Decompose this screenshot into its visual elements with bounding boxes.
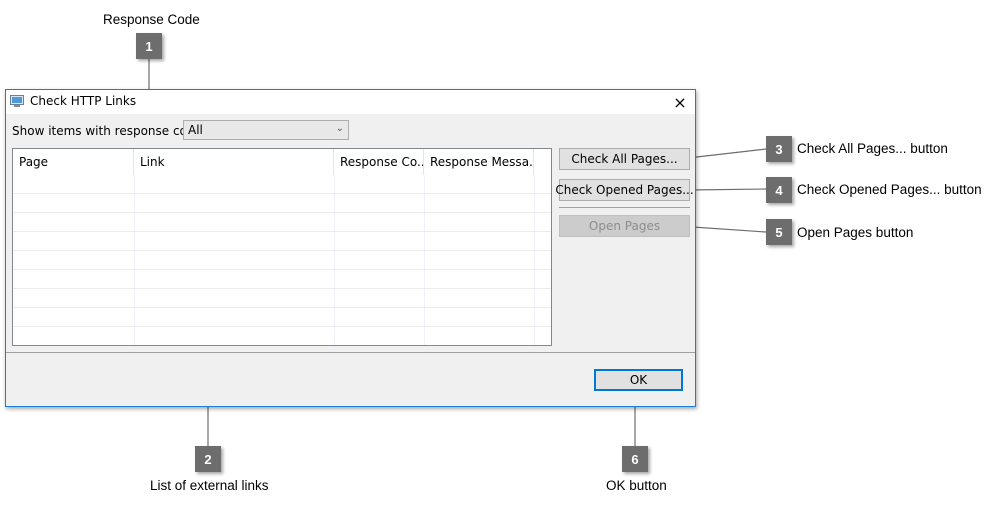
annotation-label-open-pages: Open Pages button [797,225,914,240]
annotation-label-check-opened: Check Opened Pages... button [797,182,982,197]
check-http-links-dialog: Check HTTP Links × Show items with respo… [5,89,696,407]
title-bar: Check HTTP Links × [6,90,695,114]
annotation-label-response-code: Response Code [103,12,200,27]
external-links-list[interactable]: Page Link Response Co... Response Messa.… [12,148,552,346]
annotation-badge-4: 4 [766,177,792,203]
table-row [13,251,551,270]
annotation-badge-5: 5 [766,219,792,245]
app-window-icon [10,95,24,107]
annotation-badge-3: 3 [766,136,792,162]
table-row [13,194,551,213]
close-icon[interactable]: × [665,90,695,114]
annotation-label-ok: OK button [606,478,667,493]
table-row [13,175,551,194]
check-opened-pages-button[interactable]: Check Opened Pages... [555,179,694,201]
list-header: Page Link Response Co... Response Messa.… [13,149,551,175]
open-pages-button[interactable]: Open Pages [559,215,690,237]
table-row [13,270,551,289]
table-row [13,289,551,308]
table-row [13,327,551,345]
table-row [13,213,551,232]
response-code-filter-label: Show items with response code [12,124,202,138]
response-code-dropdown[interactable]: All ⌄ [183,120,349,140]
annotation-badge-1: 1 [136,33,162,59]
column-header-response-code[interactable]: Response Co... [334,149,424,175]
chevron-down-icon: ⌄ [335,123,344,134]
dialog-title: Check HTTP Links [30,94,137,108]
annotation-badge-2: 2 [195,446,221,472]
check-all-pages-button[interactable]: Check All Pages... [559,148,690,170]
response-code-selected-value: All [188,123,203,137]
table-row [13,308,551,327]
column-header-link[interactable]: Link [134,149,334,175]
button-separator [559,207,690,208]
annotation-label-check-all: Check All Pages... button [797,141,948,156]
annotation-label-list: List of external links [150,478,269,493]
leader-line-4 [687,188,767,191]
footer-divider [6,352,695,353]
ok-button[interactable]: OK [594,369,683,391]
table-row [13,232,551,251]
leader-line-3 [687,148,767,159]
column-header-response-message[interactable]: Response Messa... [424,149,534,175]
column-header-page[interactable]: Page [13,149,134,175]
annotation-badge-6: 6 [622,446,648,472]
